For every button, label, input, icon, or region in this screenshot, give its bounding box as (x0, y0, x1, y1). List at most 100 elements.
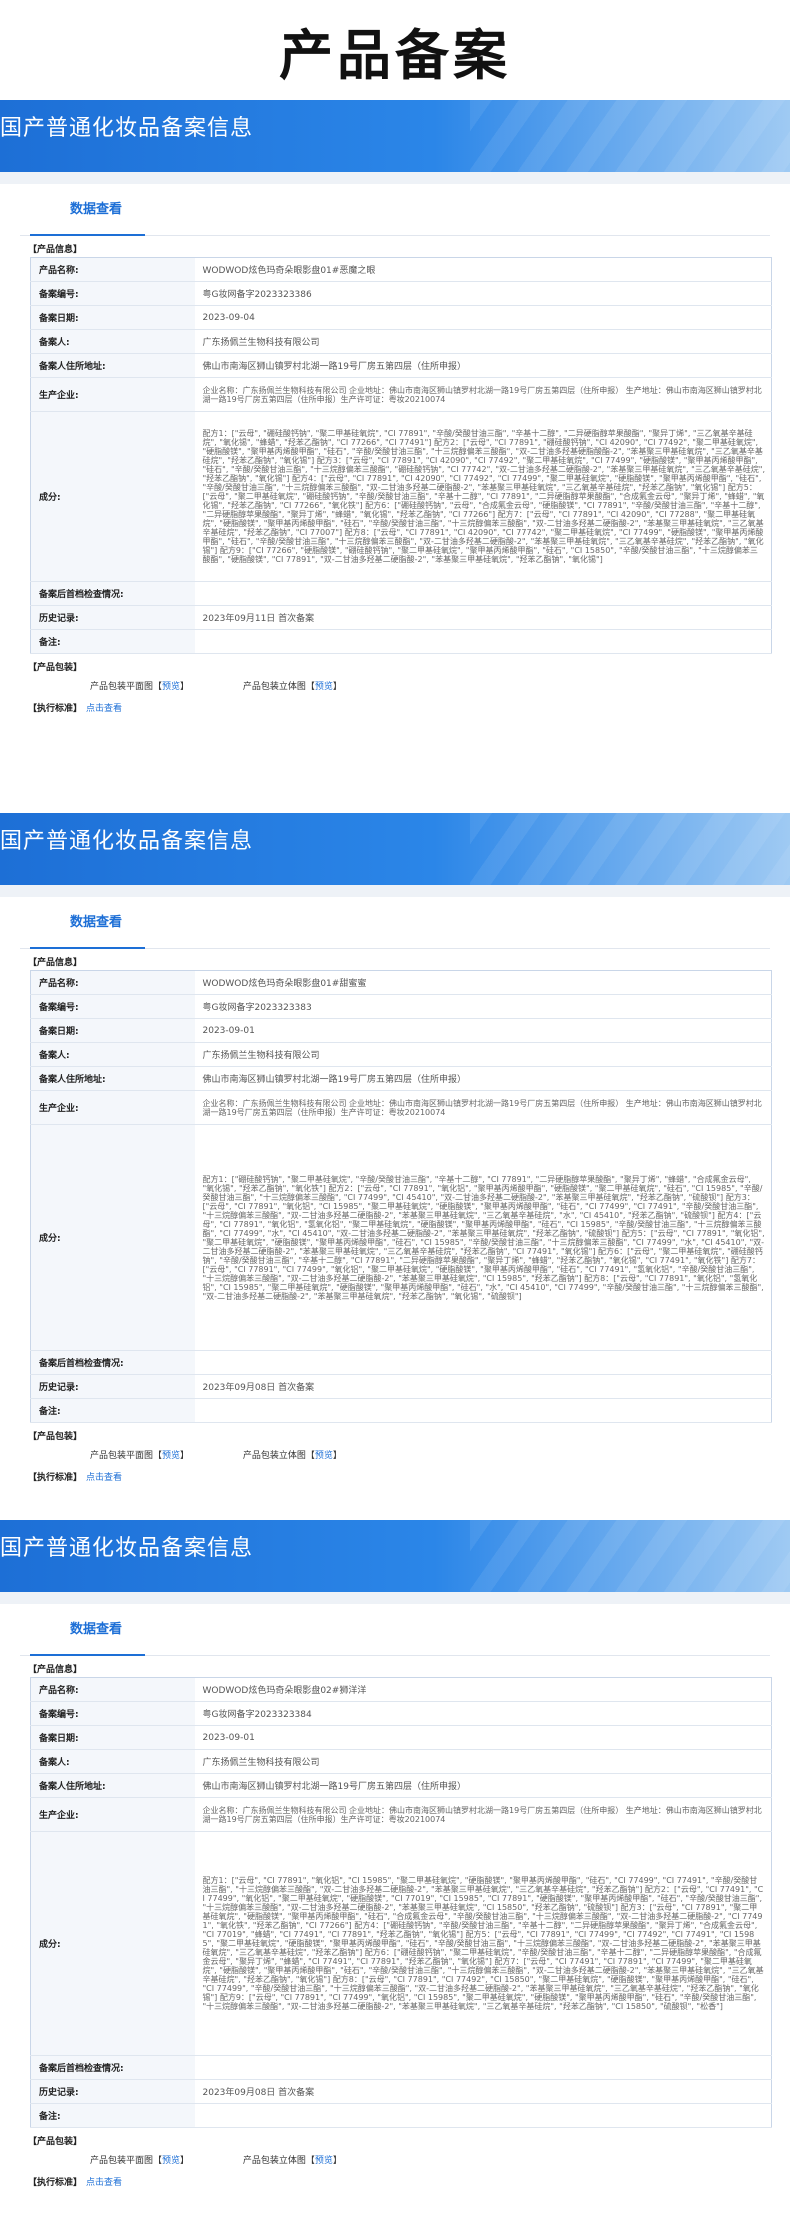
manufacturer-value: 企业名称：广东扬佩兰生物科技有限公司 企业地址：佛山市南海区狮山镇罗村北湖一路1… (194, 1090, 772, 1125)
table-row: 备案编号: 粤G妆网备字2023323383 (30, 994, 772, 1019)
remark-value (194, 1398, 772, 1423)
registrant-label: 备案人: (30, 1042, 195, 1067)
registrant-address-label: 备案人住所地址: (30, 1773, 195, 1798)
table-row: 生产企业: 企业名称：广东扬佩兰生物科技有限公司 企业地址：佛山市南海区狮山镇罗村… (30, 1090, 772, 1125)
post-check-label: 备案后首档检查情况: (30, 581, 195, 606)
bracket-close: 】 (332, 1451, 342, 1461)
record-table: 产品名称: WODWOD炫色玛奇朵眼影盘01#甜蜜蜜 备案编号: 粤G妆网备字202… (30, 970, 772, 1423)
registrant-label: 备案人: (30, 1749, 195, 1774)
registrant-address-label: 备案人住所地址: (30, 353, 195, 378)
record-no-label: 备案编号: (30, 281, 195, 306)
exec-standard-label: 【执行标准】 (28, 704, 83, 714)
record-section: 国产普通化妆品备案信息 数据查看 【产品信息】 产品名称: WODWOD炫色玛奇朵… (0, 813, 790, 1483)
exec-standard-label: 【执行标准】 (28, 1473, 83, 1483)
pkg-flat-label: 产品包装平面图 (90, 682, 154, 692)
record-section: 国产普通化妆品备案信息 数据查看 【产品信息】 产品名称: WODWOD炫色玛奇朵… (0, 1520, 790, 2188)
record-card: 数据查看 【产品信息】 产品名称: WODWOD炫色玛奇朵眼影盘02#狮洋洋 备案… (10, 1604, 780, 2188)
pkg-flat-preview-link[interactable]: 预览 (162, 682, 180, 692)
table-row: 产品名称: WODWOD炫色玛奇朵眼影盘01#甜蜜蜜 (30, 970, 772, 995)
record-no-label: 备案编号: (30, 1701, 195, 1726)
banner: 国产普通化妆品备案信息 (0, 1520, 790, 1592)
record-date-value: 2023-09-01 (194, 1018, 772, 1043)
pkg-3d-preview-link[interactable]: 预览 (315, 1451, 333, 1461)
tab-data-view[interactable]: 数据查看 (50, 911, 142, 942)
bracket-open: 【 (153, 682, 163, 692)
banner-title: 国产普通化妆品备案信息 (0, 1536, 254, 1561)
record-date-value: 2023-09-04 (194, 305, 772, 330)
table-row: 历史记录: 2023年09月08日 首次备案 (30, 1374, 772, 1399)
record-no-label: 备案编号: (30, 994, 195, 1019)
tab-data-view[interactable]: 数据查看 (50, 1618, 142, 1649)
packaging-heading: 【产品包装】 (28, 2137, 83, 2147)
ingredients-label: 成分: (30, 411, 195, 582)
product-name-label: 产品名称: (30, 257, 195, 282)
record-table: 产品名称: WODWOD炫色玛奇朵眼影盘01#恶魔之眼 备案编号: 粤G妆网备字20… (30, 257, 772, 654)
remark-value (194, 2103, 772, 2128)
product-name-value: WODWOD炫色玛奇朵眼影盘01#恶魔之眼 (194, 257, 772, 282)
pkg-3d-preview-link[interactable]: 预览 (315, 2156, 333, 2166)
bracket-open: 【 (305, 1451, 315, 1461)
product-info-heading: 【产品信息】 (28, 245, 83, 255)
bracket-open: 【 (305, 682, 315, 692)
table-row: 备注: (30, 2103, 772, 2128)
registrant-value: 广东扬佩兰生物科技有限公司 (194, 1042, 772, 1067)
table-row: 备案人住所地址: 佛山市南海区狮山镇罗村北湖一路19号厂房五第四层（住所申报） (30, 1066, 772, 1091)
exec-standard-link[interactable]: 点击查看 (86, 2178, 122, 2188)
registrant-address-label: 备案人住所地址: (30, 1066, 195, 1091)
tab-active-indicator (30, 1654, 145, 1656)
product-name-label: 产品名称: (30, 970, 195, 995)
post-check-value (194, 1350, 772, 1375)
table-row: 备案后首档检查情况: (30, 581, 772, 606)
post-check-value (194, 2055, 772, 2080)
registrant-label: 备案人: (30, 329, 195, 354)
table-row: 备注: (30, 1398, 772, 1423)
table-row: 备案人: 广东扬佩兰生物科技有限公司 (30, 1042, 772, 1067)
exec-standard-link[interactable]: 点击查看 (86, 704, 122, 714)
exec-standard: 【执行标准】 点击查看 (28, 1470, 770, 1483)
record-card: 数据查看 【产品信息】 产品名称: WODWOD炫色玛奇朵眼影盘01#甜蜜蜜 备案… (10, 897, 780, 1483)
pkg-3d-preview-link[interactable]: 预览 (315, 682, 333, 692)
packaging-links: 产品包装平面图【预览】 产品包装立体图【预览】 (90, 2153, 770, 2167)
remark-label: 备注: (30, 1398, 195, 1423)
bracket-close: 】 (180, 1451, 190, 1461)
record-no-value: 粤G妆网备字2023323383 (194, 994, 772, 1019)
bracket-open: 【 (153, 2156, 163, 2166)
table-row: 备案日期: 2023-09-01 (30, 1018, 772, 1043)
history-value: 2023年09月08日 首次备案 (194, 1374, 772, 1399)
table-row: 备案日期: 2023-09-01 (30, 1725, 772, 1750)
table-row: 备案编号: 粤G妆网备字2023323386 (30, 281, 772, 306)
manufacturer-value: 企业名称：广东扬佩兰生物科技有限公司 企业地址：佛山市南海区狮山镇罗村北湖一路1… (194, 1797, 772, 1832)
record-date-value: 2023-09-01 (194, 1725, 772, 1750)
bracket-close: 】 (332, 682, 342, 692)
bracket-close: 】 (180, 682, 190, 692)
history-value: 2023年09月11日 首次备案 (194, 605, 772, 630)
product-info-heading: 【产品信息】 (28, 958, 83, 968)
tab-data-view[interactable]: 数据查看 (50, 198, 142, 229)
product-name-label: 产品名称: (30, 1677, 195, 1702)
ingredients-label: 成分: (30, 1124, 195, 1351)
table-row: 备案人: 广东扬佩兰生物科技有限公司 (30, 1749, 772, 1774)
tab-active-indicator (30, 947, 145, 949)
exec-standard-link[interactable]: 点击查看 (86, 1473, 122, 1483)
remark-value (194, 629, 772, 654)
tab-bar: 数据查看 (20, 897, 770, 949)
table-row: 产品名称: WODWOD炫色玛奇朵眼影盘02#狮洋洋 (30, 1677, 772, 1702)
table-row: 备注: (30, 629, 772, 654)
table-row: 历史记录: 2023年09月08日 首次备案 (30, 2079, 772, 2104)
record-no-value: 粤G妆网备字2023323384 (194, 1701, 772, 1726)
registrant-address-value: 佛山市南海区狮山镇罗村北湖一路19号厂房五第四层（住所申报） (194, 1773, 772, 1798)
tab-active-indicator (30, 234, 145, 236)
manufacturer-label: 生产企业: (30, 1090, 195, 1125)
registrant-value: 广东扬佩兰生物科技有限公司 (194, 1749, 772, 1774)
remark-label: 备注: (30, 2103, 195, 2128)
bracket-close: 】 (180, 2156, 190, 2166)
pkg-flat-preview-link[interactable]: 预览 (162, 1451, 180, 1461)
pkg-3d-label: 产品包装立体图 (242, 2156, 306, 2166)
strip (0, 1592, 790, 1604)
manufacturer-label: 生产企业: (30, 1797, 195, 1832)
record-card: 数据查看 【产品信息】 产品名称: WODWOD炫色玛奇朵眼影盘01#恶魔之眼 备… (10, 184, 780, 714)
registrant-address-value: 佛山市南海区狮山镇罗村北湖一路19号厂房五第四层（住所申报） (194, 1066, 772, 1091)
strip (0, 885, 790, 897)
registrant-address-value: 佛山市南海区狮山镇罗村北湖一路19号厂房五第四层（住所申报） (194, 353, 772, 378)
pkg-flat-preview-link[interactable]: 预览 (162, 2156, 180, 2166)
